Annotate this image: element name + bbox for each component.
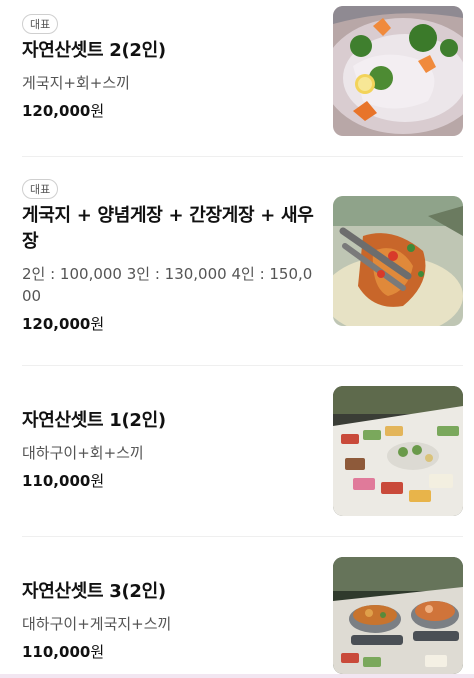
menu-item[interactable]: 대표 자연산셋트 2(2인) 게국지+회+스끼 120,000원	[0, 0, 474, 156]
menu-list: 대표 자연산셋트 2(2인) 게국지+회+스끼 120,000원 대표 게국지 …	[0, 0, 474, 678]
menu-description: 게국지+회+스끼	[22, 74, 130, 92]
price-unit: 원	[90, 472, 105, 490]
price-amount: 120,000	[22, 102, 91, 120]
menu-price: 120,000원	[22, 313, 314, 335]
menu-photo[interactable]	[333, 386, 463, 516]
price-unit: 원	[90, 315, 105, 333]
menu-description: 2인 : 100,000 3인 : 130,000 4인 : 150,000	[22, 265, 313, 305]
price-amount: 120,000	[22, 315, 91, 333]
hotpot-table-photo	[333, 557, 463, 674]
signature-badge: 대표	[22, 14, 59, 34]
price-unit: 원	[90, 643, 105, 661]
table-spread-photo	[333, 386, 463, 516]
menu-item[interactable]: 자연산셋트 1(2인) 대하구이+회+스끼 110,000원	[0, 366, 474, 536]
sashimi-platter-photo	[333, 6, 463, 136]
price-unit: 원	[90, 102, 105, 120]
menu-photo[interactable]	[333, 6, 463, 136]
menu-item[interactable]: 자연산셋트 3(2인) 대하구이+게국지+스끼 110,000원	[0, 537, 474, 678]
menu-photo[interactable]	[333, 557, 463, 674]
menu-description: 대하구이+회+스끼	[22, 444, 144, 462]
menu-photo[interactable]	[333, 196, 463, 326]
menu-price: 110,000원	[22, 470, 314, 492]
bottom-edge-strip	[0, 674, 474, 678]
price-amount: 110,000	[22, 472, 91, 490]
signature-badge: 대표	[22, 179, 59, 199]
menu-name: 자연산셋트 2(2인)	[22, 40, 166, 61]
menu-name: 자연산셋트 1(2인)	[22, 410, 166, 431]
menu-name: 자연산셋트 3(2인)	[22, 581, 166, 602]
menu-price: 110,000원	[22, 641, 314, 663]
price-amount: 110,000	[22, 643, 91, 661]
menu-description: 대하구이+게국지+스끼	[22, 615, 172, 633]
menu-name: 게국지 + 양념게장 + 간장게장 + 새우장	[22, 205, 314, 252]
menu-item[interactable]: 대표 게국지 + 양념게장 + 간장게장 + 새우장 2인 : 100,000 …	[0, 157, 474, 365]
menu-price: 120,000원	[22, 100, 314, 122]
seasoned-crab-photo	[333, 196, 463, 326]
